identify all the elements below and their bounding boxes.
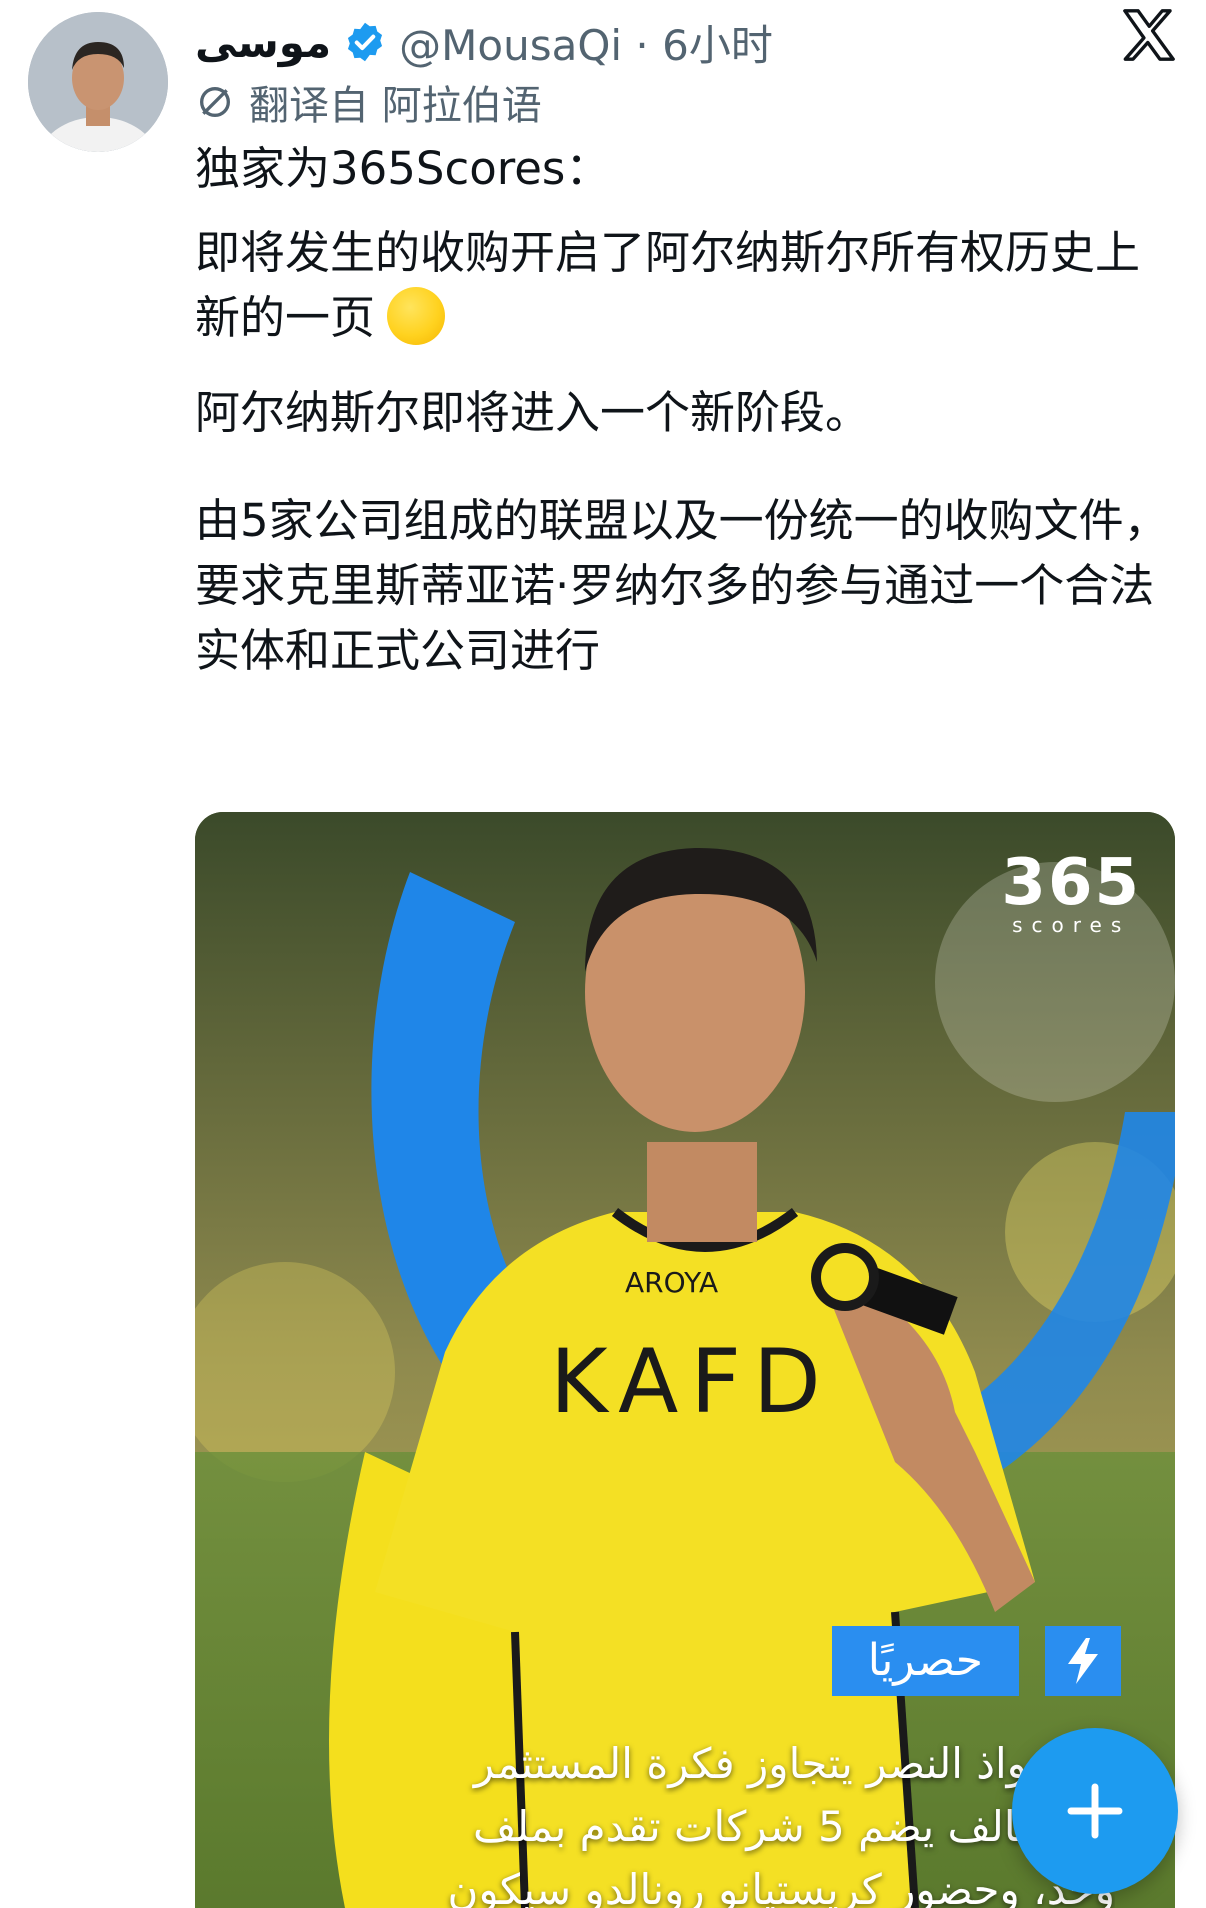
tweet-text-line: 独家为365Scores： bbox=[195, 142, 611, 195]
tweet-text-line: 即将发生的收购开启了阿尔纳斯尔所有权历史上新的一页 bbox=[195, 226, 1141, 344]
jersey-brand: AROYA bbox=[625, 1266, 718, 1299]
translate-icon bbox=[200, 87, 230, 117]
x-logo-icon[interactable] bbox=[1120, 6, 1178, 64]
translated-from[interactable]: 翻译自 阿拉伯语 bbox=[195, 72, 542, 132]
handle-and-time[interactable]: @MousaQi · 6小时 bbox=[399, 12, 773, 73]
tweet-text-line: 阿尔纳斯尔即将进入一个新阶段。 bbox=[195, 386, 871, 439]
image-headline: استحواذ النصر يتجاوز فكرة المستثمر ي؛ تح… bbox=[235, 1732, 1115, 1908]
display-name[interactable]: موسى bbox=[195, 18, 331, 67]
headline-line: استحواذ النصر يتجاوز فكرة المستثمر bbox=[473, 1739, 1115, 1788]
avatar[interactable] bbox=[28, 12, 168, 152]
tweet-paragraph-2: 即将发生的收购开启了阿尔纳斯尔所有权历史上新的一页 bbox=[195, 220, 1180, 350]
tweet-media-image[interactable]: KAFD AROYA 365 scores حصريًا استحواذ الن… bbox=[195, 812, 1175, 1908]
jersey-sponsor: KAFD bbox=[550, 1330, 833, 1433]
avatar-photo bbox=[28, 12, 168, 152]
headline-line: وحد، وحضور كريستيانو رونالدو سيكون bbox=[447, 1865, 1115, 1908]
plus-icon bbox=[1067, 1783, 1123, 1839]
lightning-bolt-icon bbox=[1045, 1626, 1121, 1696]
tweet-text-line: 由5家公司组成的联盟以及一份统一的收购文件，要求克里斯蒂亚诺·罗纳尔多的参与通过… bbox=[195, 494, 1169, 677]
tweet-paragraph-4: 由5家公司组成的联盟以及一份统一的收购文件，要求克里斯蒂亚诺·罗纳尔多的参与通过… bbox=[195, 488, 1180, 683]
headline-line: ي؛ تحالف يضم 5 شركات تقدم بملف bbox=[472, 1802, 1115, 1851]
brand-text: scores bbox=[1012, 913, 1131, 937]
translated-label: 翻译自 阿拉伯语 bbox=[249, 83, 542, 129]
exclusive-label: حصريًا bbox=[831, 1626, 1019, 1696]
tweet-paragraph-1: 独家为365Scores： bbox=[195, 136, 1180, 201]
tweet-header: موسى @MousaQi · 6小时 bbox=[195, 10, 773, 74]
brand-logo: 365 scores bbox=[1001, 846, 1141, 937]
exclusive-badge: حصريًا bbox=[831, 1626, 1121, 1696]
verified-badge-icon bbox=[348, 22, 383, 62]
compose-button[interactable] bbox=[1012, 1728, 1178, 1894]
tweet-paragraph-3: 阿尔纳斯尔即将进入一个新阶段。 bbox=[195, 380, 1180, 445]
yellow-circle-emoji-icon bbox=[387, 287, 446, 345]
brand-number: 365 bbox=[1001, 846, 1141, 920]
